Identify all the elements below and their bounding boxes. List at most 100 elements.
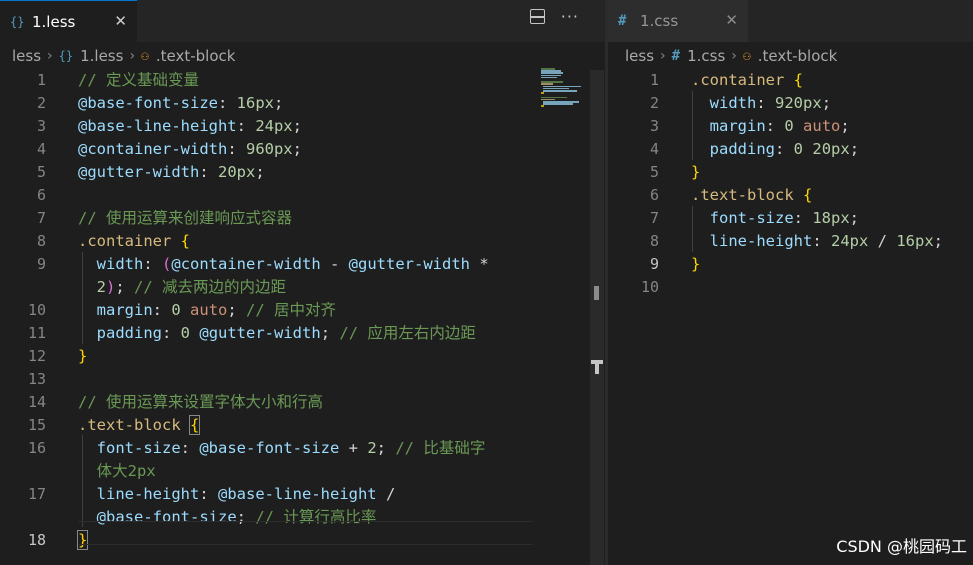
code-line[interactable]: 2 @base-font-size: 16px; bbox=[0, 92, 605, 115]
code-text[interactable]: @container-width: 960px; bbox=[78, 138, 302, 161]
line-number: 7 bbox=[649, 209, 659, 227]
line-number: 7 bbox=[36, 209, 46, 227]
code-text[interactable]: font-size: @base-font-size + 2; // 比基础字 bbox=[78, 437, 486, 460]
code-line[interactable]: 13 bbox=[0, 368, 605, 391]
current-line-highlight bbox=[78, 521, 533, 545]
left-editor-pane: {} 1.less ✕ ··· less › {} 1.less › ⚇ .te… bbox=[0, 0, 605, 565]
breadcrumb-folder[interactable]: less bbox=[12, 47, 41, 65]
tab-1-less[interactable]: {} 1.less ✕ bbox=[0, 0, 137, 42]
code-text[interactable]: .container { bbox=[78, 230, 190, 253]
breadcrumb-file[interactable]: 1.css bbox=[687, 47, 725, 65]
line-number: 11 bbox=[27, 324, 46, 342]
code-line[interactable]: 17 line-height: @base-line-height / bbox=[0, 483, 605, 506]
code-text[interactable]: 2); // 减去两边的内边距 bbox=[78, 276, 286, 299]
line-number: 9 bbox=[36, 255, 46, 273]
indent-guide bbox=[82, 252, 83, 344]
code-text[interactable]: font-size: 18px; bbox=[691, 207, 859, 230]
code-text[interactable]: .container { bbox=[691, 69, 803, 92]
code-text[interactable]: } bbox=[78, 345, 87, 368]
vertical-scrollbar[interactable] bbox=[590, 70, 604, 565]
minimap-line bbox=[541, 76, 557, 79]
code-line[interactable]: 3 margin: 0 auto; bbox=[608, 115, 973, 138]
code-line[interactable]: 6 .text-block { bbox=[608, 184, 973, 207]
code-editor-css[interactable]: 1 .container {2 width: 920px; 3 margin: 0 … bbox=[608, 70, 973, 565]
code-text[interactable]: padding: 0 @gutter-width; // 应用左右内边距 bbox=[78, 322, 476, 345]
line-number: 3 bbox=[36, 117, 46, 135]
code-text[interactable]: .text-block { bbox=[691, 184, 812, 207]
close-icon[interactable]: ✕ bbox=[114, 12, 127, 30]
code-line[interactable]: 2 width: 920px; bbox=[608, 92, 973, 115]
right-editor-pane: # 1.css ✕ less › # 1.css › ⚇ .text-block… bbox=[608, 0, 973, 565]
code-line[interactable]: 9 width: (@container-width - @gutter-wid… bbox=[0, 253, 605, 276]
code-line[interactable]: 11 padding: 0 @gutter-width; // 应用左右内边距 bbox=[0, 322, 605, 345]
minimap[interactable] bbox=[540, 68, 590, 108]
breadcrumb-file[interactable]: 1.less bbox=[80, 47, 123, 65]
code-text[interactable]: } bbox=[691, 161, 700, 184]
code-line[interactable]: 5} bbox=[608, 161, 973, 184]
code-line[interactable]: 4 @container-width: 960px; bbox=[0, 138, 605, 161]
breadcrumb-symbol[interactable]: .text-block bbox=[156, 47, 236, 65]
code-line[interactable]: 10 bbox=[608, 276, 973, 299]
line-number: 14 bbox=[27, 393, 46, 411]
less-file-icon: {} bbox=[10, 14, 25, 29]
code-text[interactable]: 体大2px bbox=[78, 460, 156, 483]
line-number: 5 bbox=[36, 163, 46, 181]
code-line[interactable]: 1 // 定义基础变量 bbox=[0, 69, 605, 92]
breadcrumb-folder[interactable]: less bbox=[625, 47, 654, 65]
symbol-class-icon: ⚇ bbox=[742, 48, 751, 64]
line-number: 12 bbox=[27, 347, 46, 365]
code-line[interactable]: 4 padding: 0 20px; bbox=[608, 138, 973, 161]
code-line[interactable]: 15 .text-block { bbox=[0, 414, 605, 437]
chevron-right-icon: › bbox=[129, 48, 136, 64]
code-text[interactable]: line-height: 24px / 16px; bbox=[691, 230, 943, 253]
code-text[interactable]: @gutter-width: 20px; bbox=[78, 161, 265, 184]
code-text[interactable]: .text-block { bbox=[78, 414, 201, 437]
code-text[interactable]: // 定义基础变量 bbox=[78, 69, 199, 92]
code-text[interactable]: @base-line-height: 24px; bbox=[78, 115, 302, 138]
more-actions-icon[interactable]: ··· bbox=[561, 9, 579, 25]
line-number: 18 bbox=[27, 531, 46, 549]
code-line[interactable]: 8 .container { bbox=[0, 230, 605, 253]
minimap-line bbox=[541, 105, 544, 107]
code-line[interactable]: 3 @base-line-height: 24px; bbox=[0, 115, 605, 138]
code-line[interactable]: 14 // 使用运算来设置字体大小和行高 bbox=[0, 391, 605, 414]
scrollbar-thumb[interactable] bbox=[594, 286, 599, 300]
code-line[interactable]: 12} bbox=[0, 345, 605, 368]
code-line[interactable]: 9} bbox=[608, 253, 973, 276]
code-line[interactable]: 体大2px bbox=[0, 460, 605, 483]
breadcrumb: less › {} 1.less › ⚇ .text-block bbox=[0, 42, 605, 70]
code-text[interactable]: width: (@container-width - @gutter-width… bbox=[78, 253, 489, 276]
code-line[interactable]: 8 line-height: 24px / 16px; bbox=[608, 230, 973, 253]
code-line[interactable]: 16 font-size: @base-font-size + 2; // 比基… bbox=[0, 437, 605, 460]
code-line[interactable]: 7 // 使用运算来创建响应式容器 bbox=[0, 207, 605, 230]
code-text[interactable]: @base-font-size: 16px; bbox=[78, 92, 283, 115]
line-number: 8 bbox=[36, 232, 46, 250]
code-line[interactable]: 5 @gutter-width: 20px; bbox=[0, 161, 605, 184]
code-text[interactable]: // 使用运算来设置字体大小和行高 bbox=[78, 391, 323, 414]
code-text[interactable]: line-height: @base-line-height / bbox=[78, 483, 396, 506]
line-number: 8 bbox=[649, 232, 659, 250]
close-icon[interactable]: ✕ bbox=[725, 11, 738, 29]
line-number: 2 bbox=[36, 94, 46, 112]
code-text[interactable]: } bbox=[691, 253, 700, 276]
code-editor-less[interactable]: 1 // 定义基础变量 2 @base-font-size: 16px; 3 @base-… bbox=[0, 70, 605, 565]
code-line[interactable]: 10 margin: 0 auto; // 居中对齐 bbox=[0, 299, 605, 322]
line-number: 6 bbox=[36, 186, 46, 204]
line-number: 1 bbox=[36, 71, 46, 89]
code-line[interactable]: 1 .container { bbox=[608, 69, 973, 92]
indent-guide bbox=[692, 91, 693, 160]
tab-1-css[interactable]: # 1.css ✕ bbox=[608, 0, 748, 42]
code-line[interactable]: 2); // 减去两边的内边距 bbox=[0, 276, 605, 299]
code-text[interactable]: padding: 0 20px; bbox=[691, 138, 859, 161]
code-text[interactable]: margin: 0 auto; // 居中对齐 bbox=[78, 299, 336, 322]
breadcrumb-symbol[interactable]: .text-block bbox=[758, 47, 838, 65]
split-editor-icon[interactable] bbox=[529, 9, 545, 24]
minimap-line bbox=[543, 103, 573, 105]
line-number: 15 bbox=[27, 416, 46, 434]
code-text[interactable]: width: 920px; bbox=[691, 92, 831, 115]
code-line[interactable]: 7 font-size: 18px; bbox=[608, 207, 973, 230]
code-line[interactable]: 6 bbox=[0, 184, 605, 207]
code-text[interactable]: // 使用运算来创建响应式容器 bbox=[78, 207, 292, 230]
right-tab-bar: # 1.css ✕ bbox=[608, 0, 973, 42]
code-text[interactable]: margin: 0 auto; bbox=[691, 115, 850, 138]
